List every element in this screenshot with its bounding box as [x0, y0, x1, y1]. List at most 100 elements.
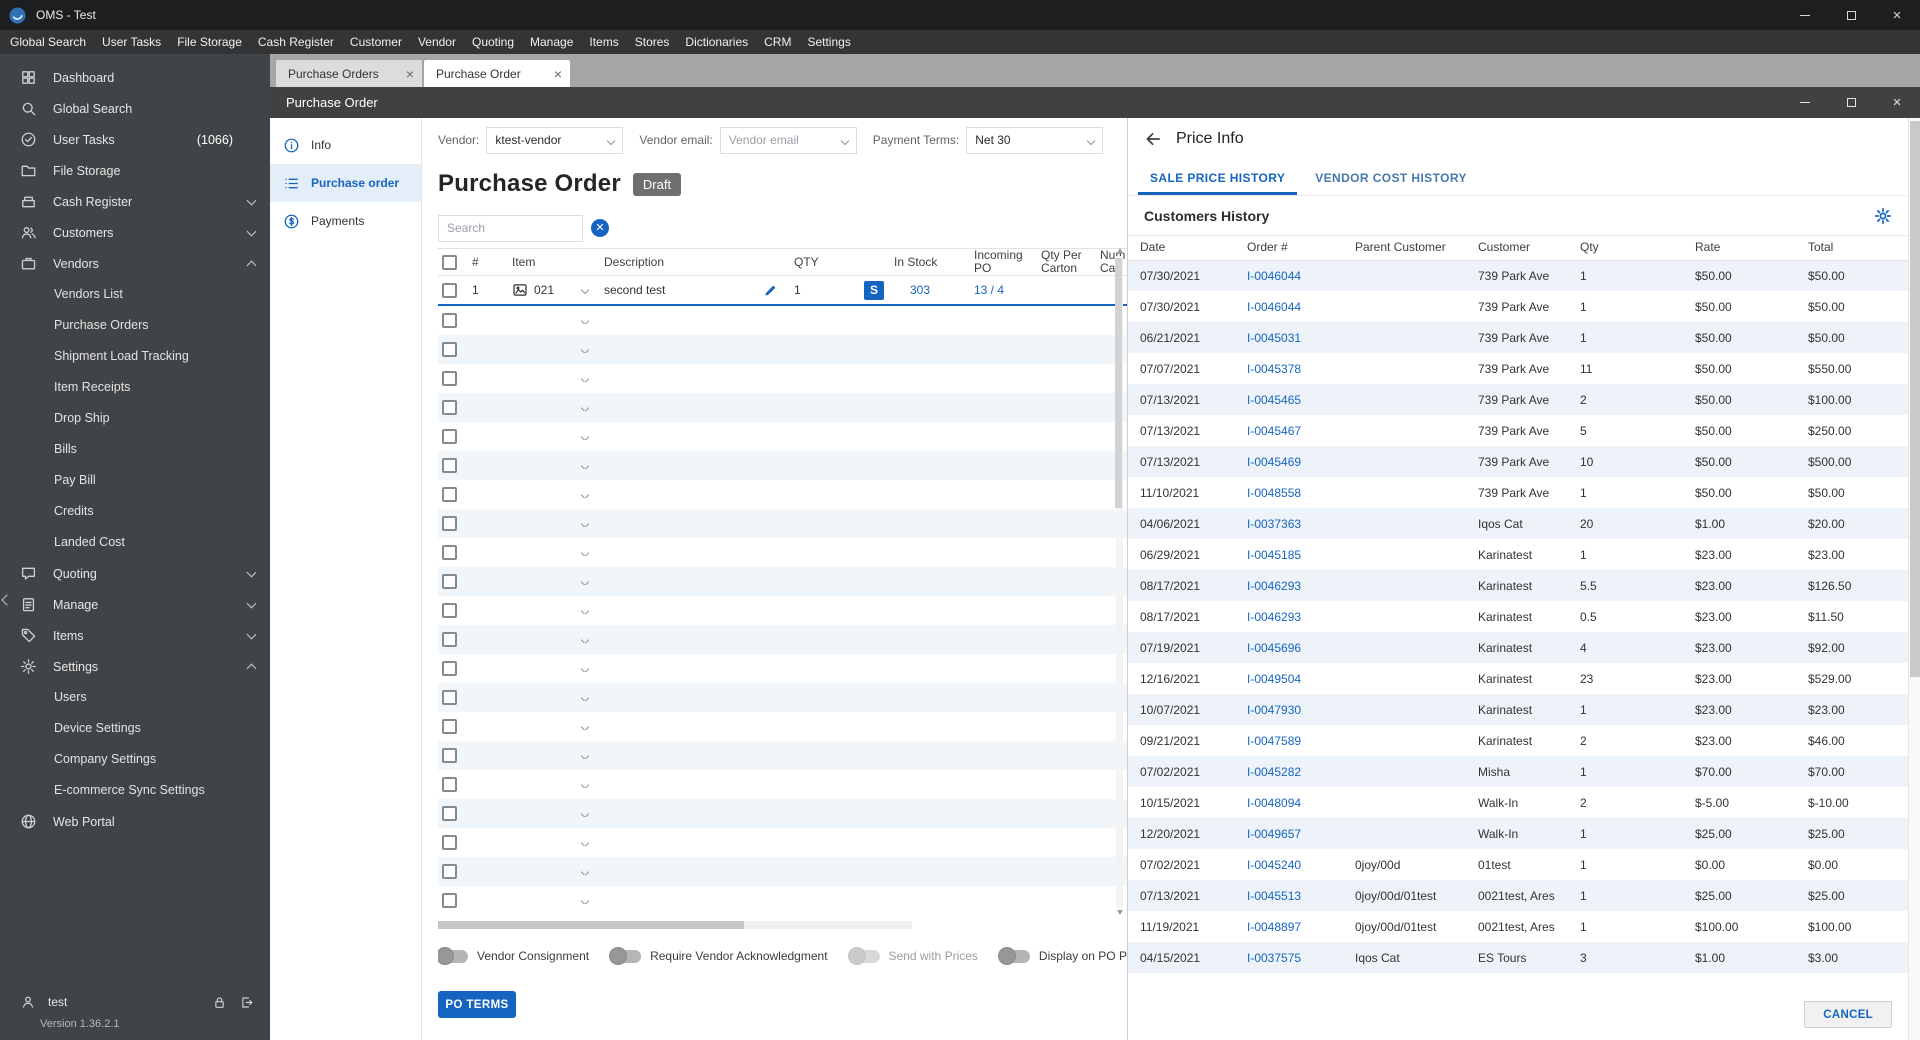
row-checkbox[interactable]: [442, 458, 457, 473]
serialized-badge[interactable]: S: [864, 280, 884, 300]
clear-search-button[interactable]: ✕: [591, 219, 609, 237]
row-checkbox[interactable]: [442, 429, 457, 444]
in-stock-link[interactable]: 303: [894, 284, 930, 297]
back-icon[interactable]: [1144, 130, 1162, 148]
item-dropdown-icon[interactable]: [580, 723, 590, 730]
row-checkbox[interactable]: [442, 806, 457, 821]
order-number-link[interactable]: I-0045465: [1235, 384, 1343, 415]
toggle-send-with-prices[interactable]: Send with Prices: [847, 947, 978, 965]
menu-items[interactable]: Items: [581, 30, 626, 54]
menu-settings[interactable]: Settings: [799, 30, 858, 54]
item-dropdown-icon[interactable]: [580, 636, 590, 643]
vendor-email-input[interactable]: [720, 127, 856, 153]
scrollbar-thumb[interactable]: [438, 921, 744, 929]
vendor-email-select[interactable]: [719, 126, 857, 154]
sidebar-subitem-drop-ship[interactable]: Drop Ship: [0, 403, 270, 434]
menu-user-tasks[interactable]: User Tasks: [94, 30, 169, 54]
incoming-po-link[interactable]: 13 / 4: [974, 284, 1004, 297]
sidebar-item-global-search[interactable]: Global Search: [0, 93, 270, 124]
maximize-button[interactable]: [1828, 0, 1874, 30]
row-checkbox[interactable]: [442, 574, 457, 589]
scroll-down-icon[interactable]: [1117, 910, 1123, 915]
sidebar-item-customers[interactable]: Customers: [0, 217, 270, 248]
sidebar-item-web-portal[interactable]: Web Portal: [0, 806, 270, 837]
item-dropdown-icon[interactable]: [580, 607, 590, 614]
row-checkbox[interactable]: [442, 371, 457, 386]
gear-icon[interactable]: [1874, 207, 1892, 225]
menu-file-storage[interactable]: File Storage: [169, 30, 250, 54]
scrollbar-thumb[interactable]: [1910, 121, 1920, 677]
item-dropdown-icon[interactable]: [580, 285, 590, 295]
scroll-up-icon[interactable]: [1117, 248, 1123, 253]
sidebar-item-vendors[interactable]: Vendors: [0, 248, 270, 279]
order-number-link[interactable]: I-0047930: [1235, 694, 1343, 725]
sidebar-subitem-item-receipts[interactable]: Item Receipts: [0, 372, 270, 403]
toggle-switch[interactable]: [438, 947, 468, 965]
menu-global-search[interactable]: Global Search: [2, 30, 94, 54]
sidebar-subitem-company-settings[interactable]: Company Settings: [0, 744, 270, 775]
description-cell[interactable]: second test: [600, 283, 790, 298]
row-checkbox[interactable]: [442, 603, 457, 618]
order-number-link[interactable]: I-0045031: [1235, 322, 1343, 353]
order-number-link[interactable]: I-0045378: [1235, 353, 1343, 384]
row-checkbox[interactable]: [442, 748, 457, 763]
order-number-link[interactable]: I-0049657: [1235, 818, 1343, 849]
sidebar-subitem-bills[interactable]: Bills: [0, 434, 270, 465]
order-number-link[interactable]: I-0048558: [1235, 477, 1343, 508]
row-checkbox[interactable]: [442, 516, 457, 531]
qty-cell[interactable]: 1S: [790, 280, 890, 300]
sidebar-subitem-users[interactable]: Users: [0, 682, 270, 713]
row-checkbox[interactable]: [442, 835, 457, 850]
item-dropdown-icon[interactable]: [580, 752, 590, 759]
sidebar-subitem-credits[interactable]: Credits: [0, 496, 270, 527]
sidebar-item-settings[interactable]: Settings: [0, 651, 270, 682]
sidebar-item-quoting[interactable]: Quoting: [0, 558, 270, 589]
row-checkbox[interactable]: [442, 719, 457, 734]
sidebar-item-file-storage[interactable]: File Storage: [0, 155, 270, 186]
row-checkbox[interactable]: [442, 342, 457, 357]
row-checkbox[interactable]: [442, 632, 457, 647]
lock-icon[interactable]: [212, 995, 227, 1010]
tab-vendor-cost-history[interactable]: VENDOR COST HISTORY: [1303, 160, 1479, 195]
toggle-switch[interactable]: [997, 947, 1030, 965]
horizontal-scrollbar[interactable]: [438, 921, 912, 929]
item-dropdown-icon[interactable]: [580, 520, 590, 527]
row-checkbox[interactable]: [442, 545, 457, 560]
menu-quoting[interactable]: Quoting: [464, 30, 522, 54]
toggle-switch[interactable]: [847, 947, 880, 965]
row-checkbox[interactable]: [442, 864, 457, 879]
order-number-link[interactable]: I-0046293: [1235, 570, 1343, 601]
vendor-select[interactable]: [486, 126, 624, 154]
order-number-link[interactable]: I-0046044: [1235, 291, 1343, 322]
row-checkbox[interactable]: [442, 690, 457, 705]
po-nav-purchase-order[interactable]: Purchase order: [270, 164, 421, 202]
order-number-link[interactable]: I-0045467: [1235, 415, 1343, 446]
item-dropdown-icon[interactable]: [580, 781, 590, 788]
edit-icon[interactable]: [763, 283, 778, 298]
order-number-link[interactable]: I-0048897: [1235, 911, 1343, 942]
row-checkbox[interactable]: [442, 487, 457, 502]
row-checkbox[interactable]: [442, 400, 457, 415]
payment-terms-select[interactable]: [966, 126, 1104, 154]
item-dropdown-icon[interactable]: [580, 810, 590, 817]
item-dropdown-icon[interactable]: [580, 665, 590, 672]
order-number-link[interactable]: I-0045696: [1235, 632, 1343, 663]
item-dropdown-icon[interactable]: [580, 549, 590, 556]
item-dropdown-icon[interactable]: [580, 462, 590, 469]
item-dropdown-icon[interactable]: [580, 346, 590, 353]
minimize-button[interactable]: [1782, 0, 1828, 30]
order-number-link[interactable]: I-0047589: [1235, 725, 1343, 756]
item-dropdown-icon[interactable]: [580, 578, 590, 585]
tab-purchase-order[interactable]: Purchase Order ×: [424, 60, 570, 87]
po-nav-info[interactable]: Info: [270, 126, 421, 164]
toggle-switch[interactable]: [609, 947, 642, 965]
vendor-input[interactable]: [487, 127, 623, 153]
scrollbar-thumb[interactable]: [1115, 258, 1122, 508]
row-checkbox[interactable]: [442, 893, 457, 908]
order-number-link[interactable]: I-0037575: [1235, 942, 1343, 973]
toggle-vendor-consignment[interactable]: Vendor Consignment: [438, 947, 589, 965]
menu-manage[interactable]: Manage: [522, 30, 581, 54]
sidebar-subitem-device-settings[interactable]: Device Settings: [0, 713, 270, 744]
sidebar-subitem-pay-bill[interactable]: Pay Bill: [0, 465, 270, 496]
menu-customer[interactable]: Customer: [342, 30, 410, 54]
